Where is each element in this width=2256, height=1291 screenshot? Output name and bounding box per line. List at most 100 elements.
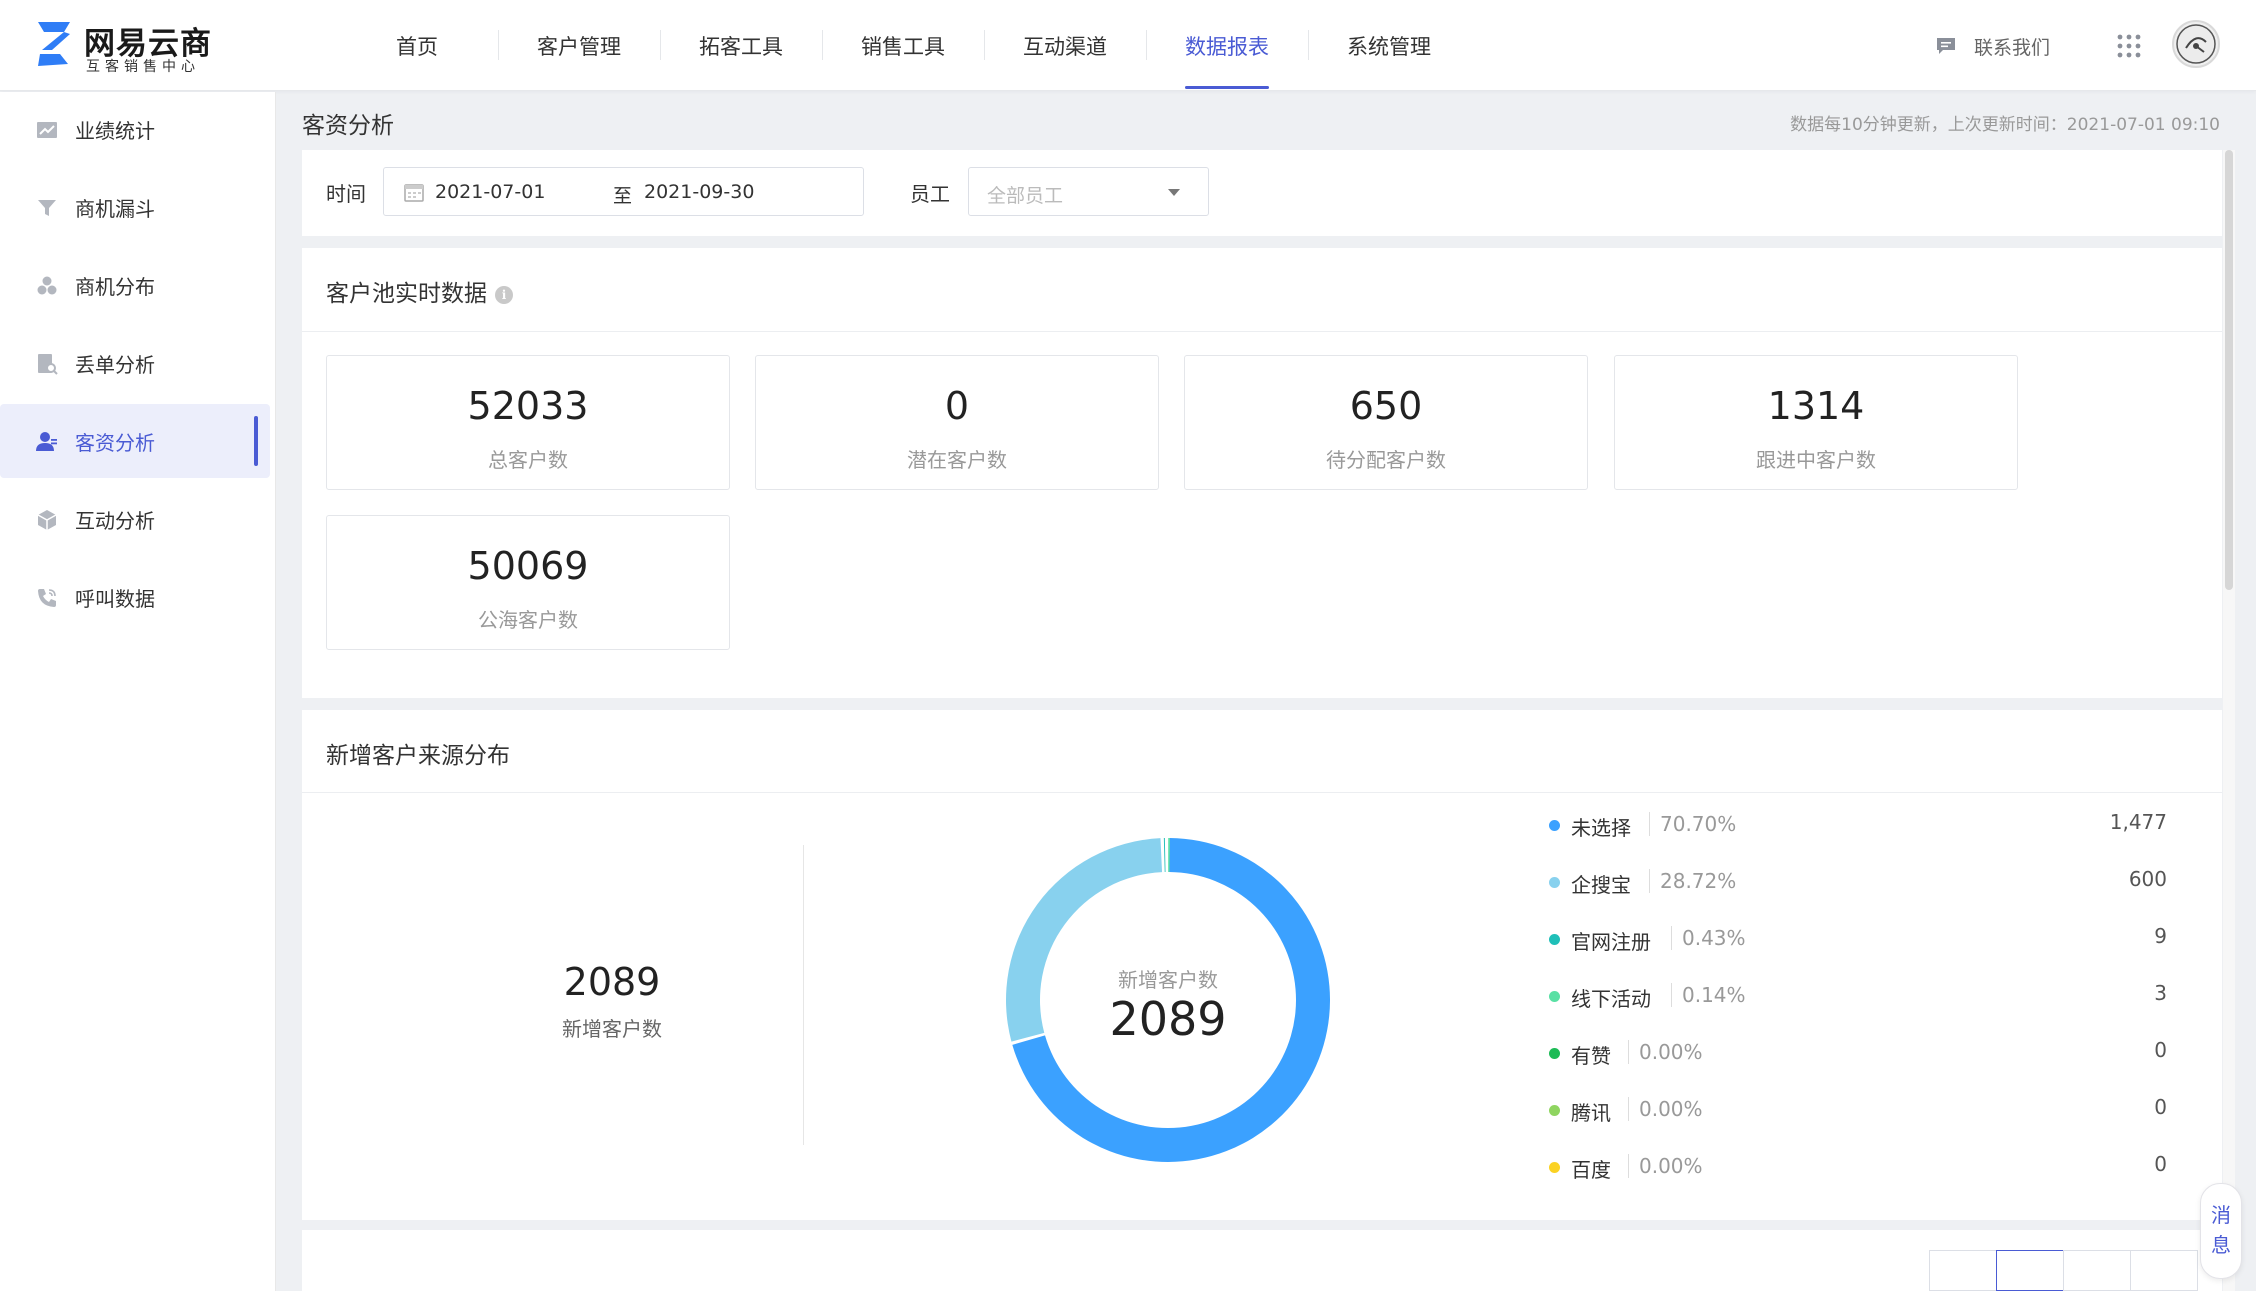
legend-name: 腾讯 [1571,1101,1611,1125]
start-date-input[interactable]: 2021-07-01 [435,181,545,203]
page-title: 客资分析 [302,113,394,139]
legend-percent: 0.00% [1628,1097,1703,1121]
legend-item[interactable]: 未选择 70.70% 1,477 [1547,810,2167,840]
sidebar-item-call-data[interactable]: 呼叫数据 [0,560,270,634]
donut-slice-2[interactable] [1163,838,1166,873]
nav-item-channels[interactable]: 互动渠道 [984,0,1146,91]
sidebar-item-interaction[interactable]: 互动分析 [0,482,270,556]
sidebar-item-lost-orders[interactable]: 丢单分析 [0,326,270,400]
legend-item[interactable]: 腾讯 0.00% 0 [1547,1095,2167,1125]
nav-item-sales-tools[interactable]: 销售工具 [822,0,984,91]
segment-button[interactable] [1929,1250,1997,1291]
stat-label: 跟进中客户数 [1756,448,1876,472]
message-tab[interactable]: 消 息 [2200,1183,2242,1279]
new-customer-total: 2089 [563,960,661,1004]
sidebar-item-customer-analysis[interactable]: 客资分析 [0,404,270,478]
sidebar-item-label: 业绩统计 [75,118,155,143]
filter-bar: 时间 2021-07-01 至 2021-09-30 员工 全部员工 [302,150,2222,236]
stat-unassigned-customers: 650 待分配客户数 [1184,355,1588,490]
sidebar-item-label: 丢单分析 [75,352,155,377]
legend-value: 0 [2154,1095,2167,1119]
funnel-icon [38,200,56,216]
new-customer-source-card: 新增客户来源分布 2089 新增客户数 新增客户数 2089 未选择 70.70… [302,710,2222,1220]
scrollbar-thumb[interactable] [2225,150,2233,590]
donut-center-label: 新增客户数 [1118,968,1218,992]
nav-item-prospecting[interactable]: 拓客工具 [660,0,822,91]
customer-pool-title-text: 客户池实时数据 [326,281,487,307]
time-filter-label: 时间 [326,182,366,206]
staff-select[interactable]: 全部员工 [968,167,1209,216]
stat-potential-customers: 0 潜在客户数 [755,355,1159,490]
sidebar-item-funnel[interactable]: 商机漏斗 [0,170,270,244]
segment-button-active[interactable] [1996,1250,2064,1291]
sidebar-item-performance[interactable]: 业绩统计 [0,92,270,166]
range-separator: 至 [613,185,633,207]
top-navigation-bar: 网易云商 互客销售中心 首页 客户管理 拓客工具 销售工具 互动渠道 数据报表 … [0,0,2256,91]
chat-icon [1937,38,1955,54]
main-nav: 首页 客户管理 拓客工具 销售工具 互动渠道 数据报表 系统管理 [336,0,1470,91]
contact-us-label: 联系我们 [1974,36,2051,59]
stat-public-pool-customers: 50069 公海客户数 [326,515,730,650]
brand-logo[interactable]: 网易云商 互客销售中心 [34,16,224,76]
segment-button[interactable] [2130,1250,2198,1291]
end-date-input[interactable]: 2021-09-30 [644,181,754,203]
segment-button[interactable] [2063,1250,2131,1291]
sidebar-item-distribution[interactable]: 商机分布 [0,248,270,322]
message-tab-label-1: 消 [2211,1203,2231,1227]
date-range-picker[interactable]: 2021-07-01 至 2021-09-30 [383,167,864,216]
legend-value: 600 [2128,867,2167,891]
sidebar-item-label: 呼叫数据 [75,586,155,611]
logo-subtitle: 互客销售中心 [86,59,200,75]
legend-item[interactable]: 百度 0.00% 0 [1547,1152,2167,1182]
stat-label: 总客户数 [488,448,568,472]
legend-dot [1549,877,1560,888]
avatar-image-icon [2176,24,2216,64]
legend-name: 百度 [1571,1158,1611,1182]
next-section-card [302,1230,2222,1291]
stat-value: 50069 [467,544,589,588]
stat-value: 650 [1349,384,1423,428]
legend-value: 9 [2154,924,2167,948]
cube-icon [37,510,57,530]
nav-item-system[interactable]: 系统管理 [1308,0,1470,91]
phone-icon [38,589,56,607]
nav-item-customers[interactable]: 客户管理 [498,0,660,91]
sidebar-item-label: 客资分析 [75,430,155,455]
stat-value: 0 [944,384,970,428]
legend-percent: 28.72% [1649,869,1736,893]
vertical-divider [803,845,804,1145]
trend-chart-icon [37,122,57,138]
legend-item[interactable]: 线下活动 0.14% 3 [1547,981,2167,1011]
legend-name: 未选择 [1571,816,1631,840]
grid-icon[interactable] [2117,34,2141,58]
customer-pool-title: 客户池实时数据 i [326,274,513,308]
legend-item[interactable]: 有赞 0.00% 0 [1547,1038,2167,1068]
customer-pool-card: 客户池实时数据 i 52033 总客户数 0 潜在客户数 650 待分配客户数 1… [302,248,2222,698]
stat-label: 待分配客户数 [1326,448,1446,472]
contact-us-link[interactable]: 联系我们 [1936,32,2050,60]
nav-item-home[interactable]: 首页 [336,0,498,91]
staff-select-placeholder: 全部员工 [987,185,1064,207]
card-divider [302,792,2222,793]
stat-label: 公海客户数 [478,608,578,632]
update-note: 数据每10分钟更新，上次更新时间：2021-07-01 09:10 [1790,115,2220,135]
legend-item[interactable]: 官网注册 0.43% 9 [1547,924,2167,954]
calendar-icon [404,184,424,202]
nav-item-reports[interactable]: 数据报表 [1146,0,1308,91]
legend-dot [1549,934,1560,945]
legend-value: 0 [2154,1038,2167,1062]
logo-mark-icon [38,22,70,66]
legend-dot [1549,991,1560,1002]
legend-item[interactable]: 企搜宝 28.72% 600 [1547,867,2167,897]
legend-dot [1549,1048,1560,1059]
info-icon[interactable]: i [495,286,513,304]
sidebar-item-label: 商机分布 [75,274,155,299]
avatar[interactable] [2172,20,2220,68]
cluster-icon [37,276,57,295]
legend-value: 1,477 [2109,810,2167,834]
stat-following-customers: 1314 跟进中客户数 [1614,355,2018,490]
legend-percent: 0.43% [1671,926,1746,950]
legend-percent: 0.14% [1671,983,1746,1007]
stat-value: 1314 [1767,384,1865,428]
source-card-title: 新增客户来源分布 [326,743,510,769]
